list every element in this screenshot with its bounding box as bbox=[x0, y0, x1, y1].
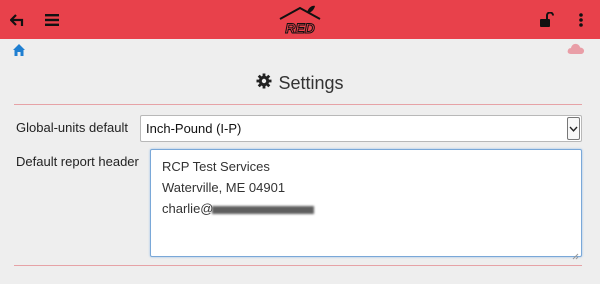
unlock-icon[interactable] bbox=[539, 0, 555, 39]
red-logo: RED bbox=[277, 4, 323, 37]
vertical-dots-icon[interactable] bbox=[574, 0, 588, 39]
logo-text: RED bbox=[285, 20, 315, 36]
gear-icon bbox=[256, 73, 272, 94]
report-header-label: Default report header bbox=[16, 154, 139, 169]
report-header-line-1: RCP Test Services bbox=[162, 159, 270, 174]
top-divider bbox=[14, 104, 582, 105]
resize-grip-icon[interactable] bbox=[572, 247, 579, 260]
chevron-down-icon[interactable] bbox=[567, 117, 580, 140]
report-header-email: charlie@ bbox=[162, 201, 214, 216]
report-header-textarea[interactable]: RCP Test Services Waterville, ME 04901 c… bbox=[150, 149, 582, 260]
cloud-icon[interactable] bbox=[567, 42, 585, 55]
global-units-select[interactable]: Inch-Pound (I-P) bbox=[140, 115, 582, 142]
page-title: Settings bbox=[0, 70, 600, 96]
report-header-line-3: charlie@ bbox=[162, 201, 314, 216]
page-title-text: Settings bbox=[278, 72, 344, 93]
app-bar: RED bbox=[0, 0, 600, 39]
global-units-label: Global-units default bbox=[16, 120, 129, 135]
home-icon[interactable] bbox=[12, 43, 26, 57]
back-arrow-icon[interactable] bbox=[8, 0, 28, 39]
sub-bar bbox=[0, 39, 600, 63]
redaction-bar bbox=[211, 205, 314, 214]
report-header-line-2: Waterville, ME 04901 bbox=[162, 180, 286, 195]
global-units-value: Inch-Pound (I-P) bbox=[146, 121, 242, 136]
hamburger-menu-icon[interactable] bbox=[42, 0, 62, 39]
bottom-divider bbox=[14, 265, 582, 266]
